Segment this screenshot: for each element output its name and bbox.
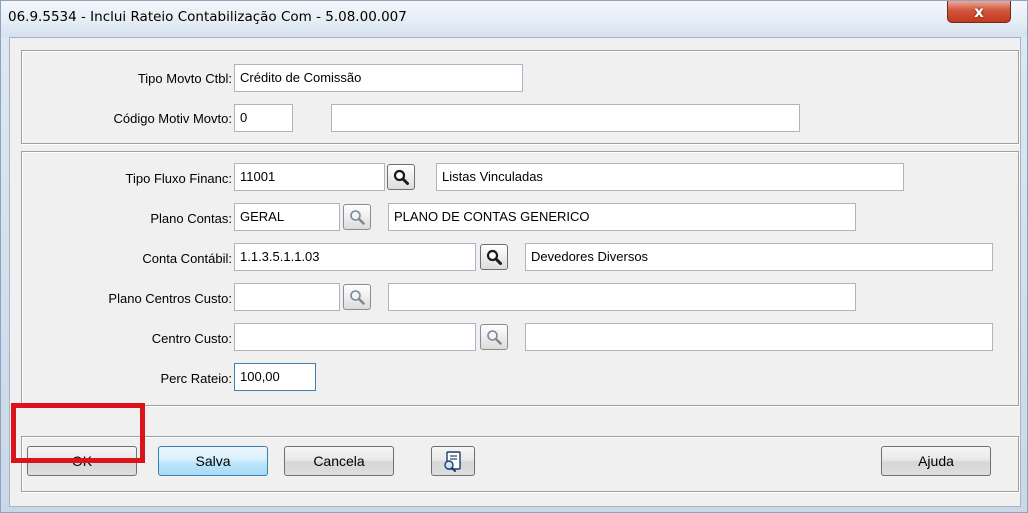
plano-contas-field[interactable]: GERAL	[234, 203, 340, 231]
close-button[interactable]: x	[947, 1, 1011, 23]
ajuda-button[interactable]: Ajuda	[881, 446, 991, 476]
conta-contabil-label: Conta Contábil:	[142, 251, 232, 266]
magnifier-icon	[486, 249, 502, 265]
magnifier-icon	[350, 210, 365, 225]
centro-custo-label: Centro Custo:	[151, 331, 232, 346]
plano-centros-description	[388, 283, 856, 311]
notes-icon	[444, 451, 461, 472]
close-icon: x	[974, 2, 984, 21]
notes-button[interactable]	[431, 446, 475, 476]
centro-custo-field[interactable]	[234, 323, 476, 351]
perc-rateio-label: Perc Rateio:	[160, 371, 232, 386]
codigo-motiv-label: Código Motiv Movto:	[113, 111, 233, 126]
cancela-button[interactable]: Cancela	[284, 446, 394, 476]
conta-contabil-zoom-button[interactable]	[480, 244, 508, 270]
plano-contas-description: PLANO DE CONTAS GENERICO	[388, 203, 856, 231]
conta-contabil-field[interactable]: 1.1.3.5.1.1.03	[234, 243, 476, 271]
magnifier-icon	[393, 169, 409, 185]
centro-custo-description	[525, 323, 993, 351]
tipo-fluxo-zoom-button[interactable]	[387, 164, 415, 190]
conta-contabil-description: Devedores Diversos	[525, 243, 993, 271]
magnifier-icon	[350, 290, 365, 305]
plano-contas-zoom-button[interactable]	[343, 204, 371, 230]
codigo-motiv-description	[331, 104, 800, 132]
plano-centros-label: Plano Centros Custo:	[108, 291, 232, 306]
title-bar: 06.9.5534 - Inclui Rateio Contabilização…	[1, 1, 1027, 37]
plano-centros-zoom-button[interactable]	[343, 284, 371, 310]
ok-button-highlight	[11, 403, 145, 463]
codigo-motiv-field[interactable]: 0	[234, 104, 293, 132]
plano-contas-label: Plano Contas:	[150, 211, 232, 226]
dialog-body: Tipo Movto Ctbl: Crédito de Comissão Cód…	[9, 37, 1021, 507]
dialog-window: 06.9.5534 - Inclui Rateio Contabilização…	[0, 0, 1028, 513]
tipo-fluxo-label: Tipo Fluxo Financ:	[125, 171, 232, 186]
salva-button[interactable]: Salva	[158, 446, 268, 476]
plano-centros-field[interactable]	[234, 283, 340, 311]
perc-rateio-field[interactable]: 100,00	[234, 363, 316, 391]
tipo-movto-label: Tipo Movto Ctbl:	[137, 71, 232, 86]
magnifier-icon	[487, 330, 502, 345]
tipo-fluxo-field[interactable]: 11001	[234, 163, 385, 191]
tipo-movto-field[interactable]: Crédito de Comissão	[234, 64, 523, 92]
tipo-fluxo-description: Listas Vinculadas	[436, 163, 904, 191]
centro-custo-zoom-button[interactable]	[480, 324, 508, 350]
window-title: 06.9.5534 - Inclui Rateio Contabilização…	[8, 9, 407, 25]
